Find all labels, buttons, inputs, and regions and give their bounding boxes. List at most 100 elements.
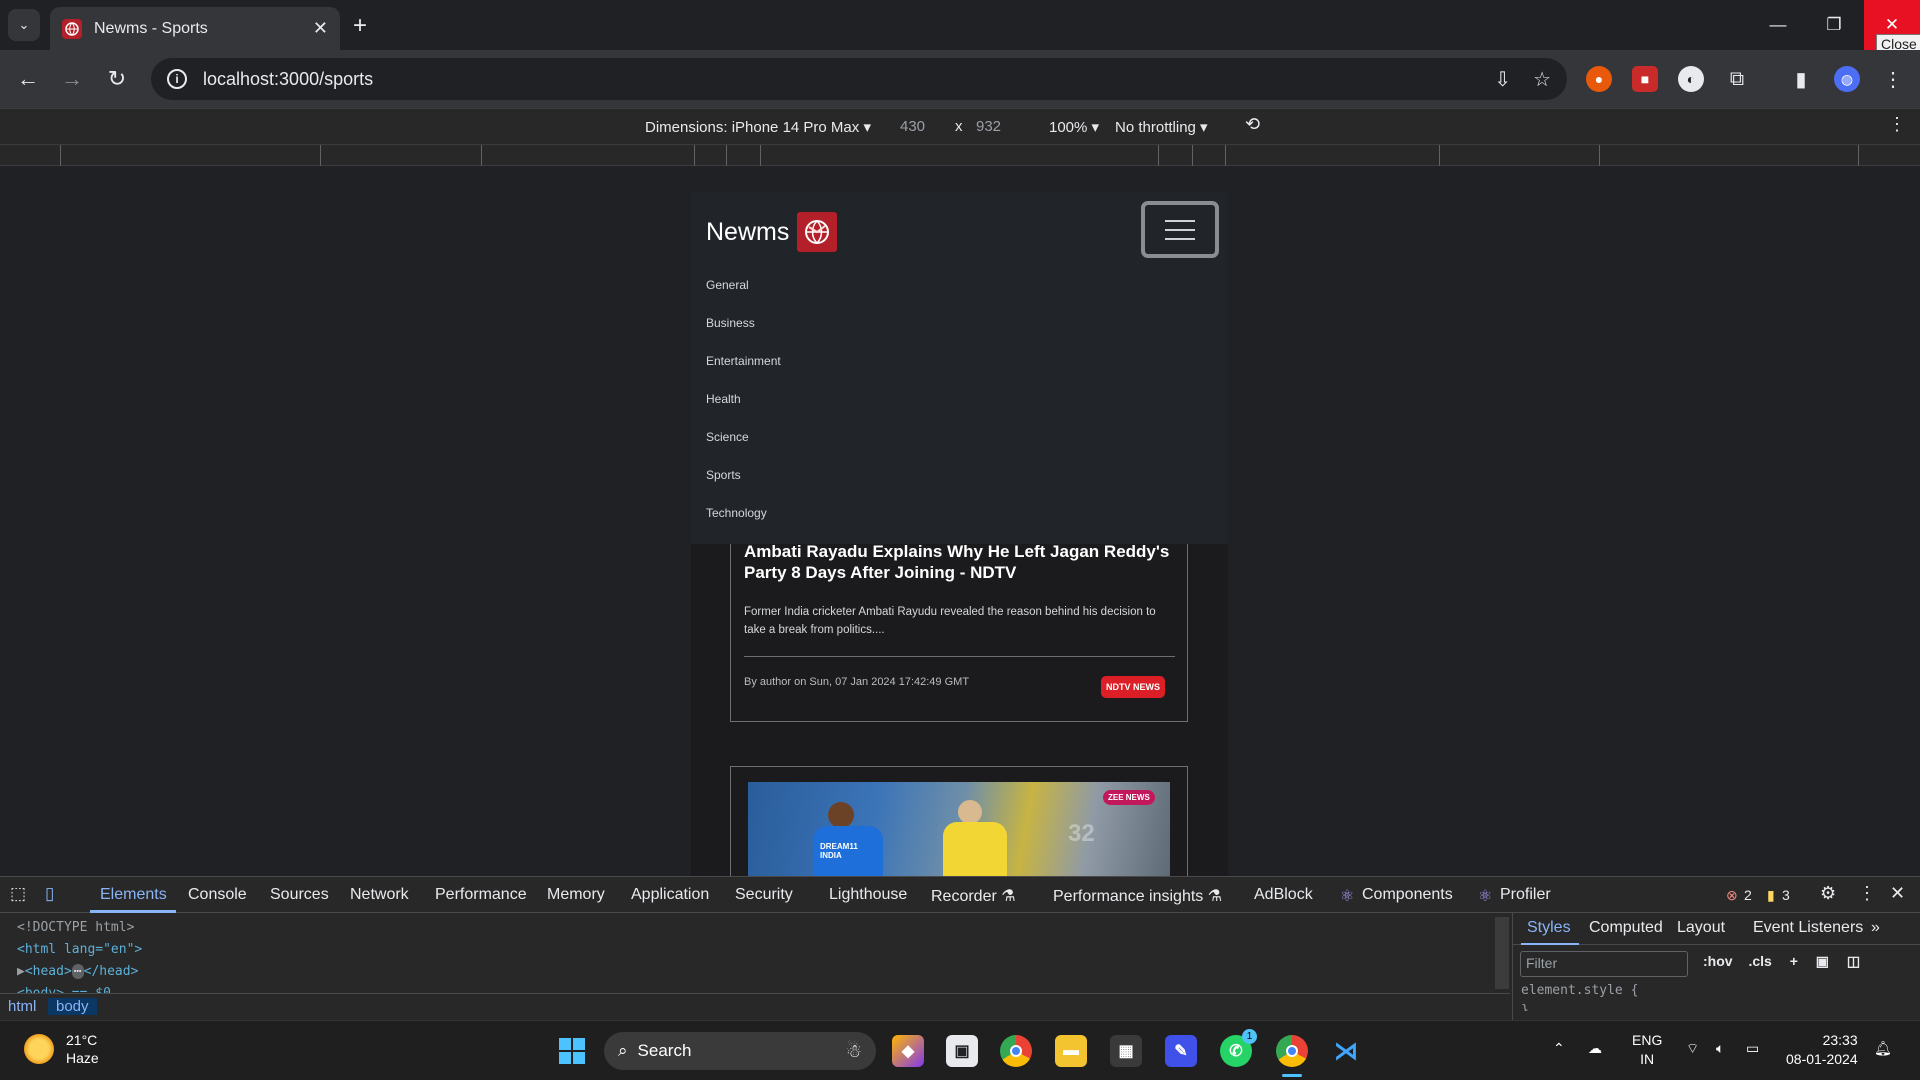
site-info-icon[interactable]: i <box>167 69 187 89</box>
styles-filter-input[interactable]: Filter <box>1520 951 1688 977</box>
brand-name[interactable]: Newms <box>706 218 789 247</box>
dom-head-node[interactable]: ▶<head> ⋯ </head> <box>17 961 142 983</box>
tab-sources[interactable]: Sources <box>270 886 329 904</box>
tab-styles[interactable]: Styles <box>1527 919 1571 937</box>
tab-recorder[interactable]: Recorder ⚗ <box>931 886 1016 906</box>
nav-link-general[interactable]: General <box>706 266 781 304</box>
dom-scrollbar[interactable] <box>1495 917 1509 989</box>
dom-body-node[interactable]: <body> == $0 <box>17 983 142 993</box>
url-text[interactable]: localhost:3000/sports <box>203 69 1472 90</box>
side-panel-icon[interactable]: ▮ <box>1788 66 1814 92</box>
nav-link-business[interactable]: Business <box>706 304 781 342</box>
breadcrumb-html[interactable]: html <box>0 998 44 1015</box>
tab-application[interactable]: Application <box>631 886 709 904</box>
inspect-element-icon[interactable]: ⬚ <box>10 884 26 904</box>
volume-icon[interactable]: 🔈︎ <box>1716 1039 1724 1058</box>
extension-icon-3[interactable]: ◐ <box>1678 66 1704 92</box>
tab-elements[interactable]: Elements <box>100 886 167 904</box>
nav-link-entertainment[interactable]: Entertainment <box>706 342 781 380</box>
vscode-icon[interactable]: ⋊ <box>1330 1035 1362 1067</box>
device-width-input[interactable]: 430 <box>900 118 925 135</box>
news-source-badge[interactable]: NDTV NEWS <box>1101 676 1165 698</box>
tab-profiler[interactable]: Profiler <box>1500 886 1551 904</box>
dom-tree[interactable]: <!DOCTYPE html> <html lang="en"> ▶<head>… <box>17 917 142 993</box>
nav-link-science[interactable]: Science <box>706 418 781 456</box>
clock[interactable]: 23:33 08-01-2024 <box>1786 1031 1858 1069</box>
minimize-icon[interactable]: ― <box>1750 0 1806 50</box>
browser-menu-icon[interactable]: ⋮ <box>1880 66 1906 92</box>
tab-performance[interactable]: Performance <box>435 886 527 904</box>
news-card[interactable]: Ambati Rayadu Explains Why He Left Jagan… <box>730 515 1188 722</box>
show-hidden-icons[interactable]: ⌃ <box>1553 1039 1565 1058</box>
tab-computed[interactable]: Computed <box>1589 919 1663 937</box>
more-tabs-icon[interactable]: » <box>1871 919 1880 937</box>
dom-html-node[interactable]: <html lang="en"> <box>17 939 142 961</box>
notification-bell-icon[interactable]: 🔔︎ <box>1874 1039 1892 1058</box>
forward-icon[interactable]: → <box>56 63 88 95</box>
warning-count[interactable]: 3 <box>1782 887 1790 903</box>
nav-link-health[interactable]: Health <box>706 380 781 418</box>
restore-icon[interactable]: ❐ <box>1806 0 1862 50</box>
error-icon[interactable]: ⊗ <box>1726 887 1738 904</box>
paint-icon[interactable]: ▣ <box>1816 953 1829 969</box>
tab-search-button[interactable]: ⌄ <box>8 9 40 41</box>
breadcrumb-body[interactable]: body <box>48 998 97 1015</box>
tab-lighthouse[interactable]: Lighthouse <box>829 886 907 904</box>
device-toolbar-menu-icon[interactable]: ⋮ <box>1888 114 1906 135</box>
tab-layout[interactable]: Layout <box>1677 919 1725 937</box>
nav-link-sports[interactable]: Sports <box>706 456 781 494</box>
device-height-input[interactable]: 932 <box>976 118 1001 135</box>
device-toggle-icon[interactable]: ▯ <box>45 884 54 904</box>
bookmark-star-icon[interactable]: ☆ <box>1533 67 1551 92</box>
microsoft-store-icon[interactable]: ▦ <box>1110 1035 1142 1067</box>
tab-components[interactable]: Components <box>1362 886 1453 904</box>
task-view-icon[interactable]: ▣ <box>946 1035 978 1067</box>
news-card-title[interactable]: Ambati Rayadu Explains Why He Left Jagan… <box>744 541 1174 583</box>
collapsed-ellipsis[interactable]: ⋯ <box>71 964 84 979</box>
hov-toggle[interactable]: :hov <box>1703 953 1733 969</box>
tab-security[interactable]: Security <box>735 886 793 904</box>
nav-link-technology[interactable]: Technology <box>706 494 781 532</box>
chrome-active-icon[interactable] <box>1276 1035 1308 1067</box>
toggle-sidebar-icon[interactable]: ◫ <box>1847 953 1860 969</box>
cls-toggle[interactable]: .cls <box>1748 953 1771 969</box>
taskbar-search[interactable]: ⌕ Search ☃ <box>604 1032 876 1070</box>
address-bar[interactable]: i localhost:3000/sports ⇩ ☆ <box>151 58 1567 100</box>
weather-widget[interactable]: 21°C Haze <box>24 1031 99 1067</box>
element-style-rule[interactable]: element.style { } <box>1521 981 1638 1011</box>
reload-icon[interactable]: ↻ <box>101 63 133 95</box>
element-style-selector[interactable]: element.style { <box>1521 981 1638 1001</box>
tab-memory[interactable]: Memory <box>547 886 605 904</box>
new-rule-icon[interactable]: + <box>1790 953 1798 969</box>
tab-network[interactable]: Network <box>350 886 409 904</box>
battery-icon[interactable]: ▭ <box>1746 1039 1759 1058</box>
pen-app-icon[interactable]: ✎ <box>1165 1035 1197 1067</box>
throttling-select[interactable]: No throttling ▾ <box>1115 118 1208 136</box>
back-icon[interactable]: ← <box>12 63 44 95</box>
copilot-icon[interactable]: ◆ <box>892 1035 924 1067</box>
zoom-select[interactable]: 100% ▾ <box>1049 118 1099 136</box>
device-dimensions-select[interactable]: Dimensions: iPhone 14 Pro Max ▾ <box>645 118 871 136</box>
tab-event-listeners[interactable]: Event Listeners <box>1753 919 1863 937</box>
file-explorer-icon[interactable]: ▬ <box>1055 1035 1087 1067</box>
extensions-puzzle-icon[interactable]: ⧉ <box>1724 66 1750 92</box>
onedrive-icon[interactable]: ☁ <box>1588 1039 1602 1058</box>
media-query-ruler[interactable] <box>0 144 1920 167</box>
error-count[interactable]: 2 <box>1744 887 1752 903</box>
extension-icon-1[interactable]: ● <box>1586 66 1612 92</box>
devtools-menu-icon[interactable]: ⋮ <box>1858 883 1876 904</box>
expand-triangle-icon[interactable]: ▶ <box>17 964 25 979</box>
tab-adblock[interactable]: AdBlock <box>1254 886 1313 904</box>
tab-close-icon[interactable]: ✕ <box>313 18 328 39</box>
install-app-icon[interactable]: ⇩ <box>1494 67 1511 92</box>
new-tab-button[interactable]: + <box>353 12 367 40</box>
news-card[interactable]: DREAM11 INDIA 32 ZEE NEWS <box>730 766 1188 877</box>
windows-start-icon[interactable] <box>556 1035 588 1067</box>
profile-avatar[interactable]: ◍ <box>1834 66 1860 92</box>
tab-performance-insights[interactable]: Performance insights ⚗ <box>1053 886 1222 906</box>
settings-gear-icon[interactable]: ⚙ <box>1820 883 1836 904</box>
browser-tab[interactable]: Newms - Sports ✕ <box>50 7 340 50</box>
navbar-brand[interactable]: Newms <box>706 212 838 252</box>
extension-icon-2[interactable]: ■ <box>1632 66 1658 92</box>
chrome-icon[interactable] <box>1000 1035 1032 1067</box>
